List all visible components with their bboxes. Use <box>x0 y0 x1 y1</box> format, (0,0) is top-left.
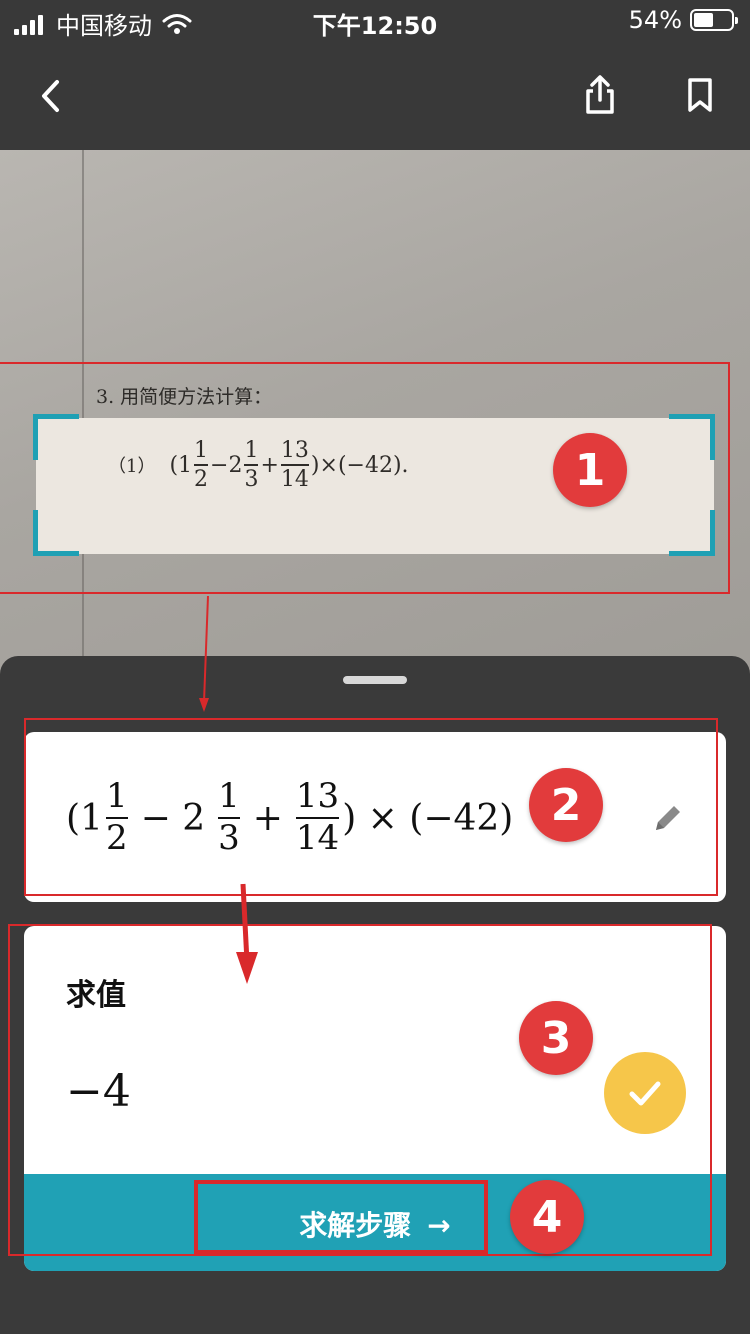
chevron-left-icon <box>42 80 59 112</box>
annotation-badge-1: 1 <box>553 433 627 507</box>
status-bar: 中国移动 下午12:50 54% <box>0 0 750 42</box>
top-bar: 中国移动 下午12:50 54% <box>0 0 750 150</box>
status-right: 54% <box>628 6 738 34</box>
share-button[interactable] <box>574 70 626 122</box>
bookmark-icon <box>688 78 712 112</box>
annotation-box-formula <box>24 718 718 896</box>
annotation-badge-2: 2 <box>529 768 603 842</box>
annotation-badge-3: 3 <box>519 1001 593 1075</box>
bookmark-button[interactable] <box>674 70 726 122</box>
back-button[interactable] <box>26 70 78 122</box>
share-icon <box>586 75 614 114</box>
battery-icon <box>690 9 738 31</box>
sheet-drag-handle[interactable] <box>343 676 407 684</box>
annotation-badge-4: 4 <box>510 1180 584 1254</box>
battery-percent: 54% <box>628 6 682 34</box>
battery-fill <box>694 13 714 27</box>
annotation-box-steps <box>194 1180 488 1254</box>
